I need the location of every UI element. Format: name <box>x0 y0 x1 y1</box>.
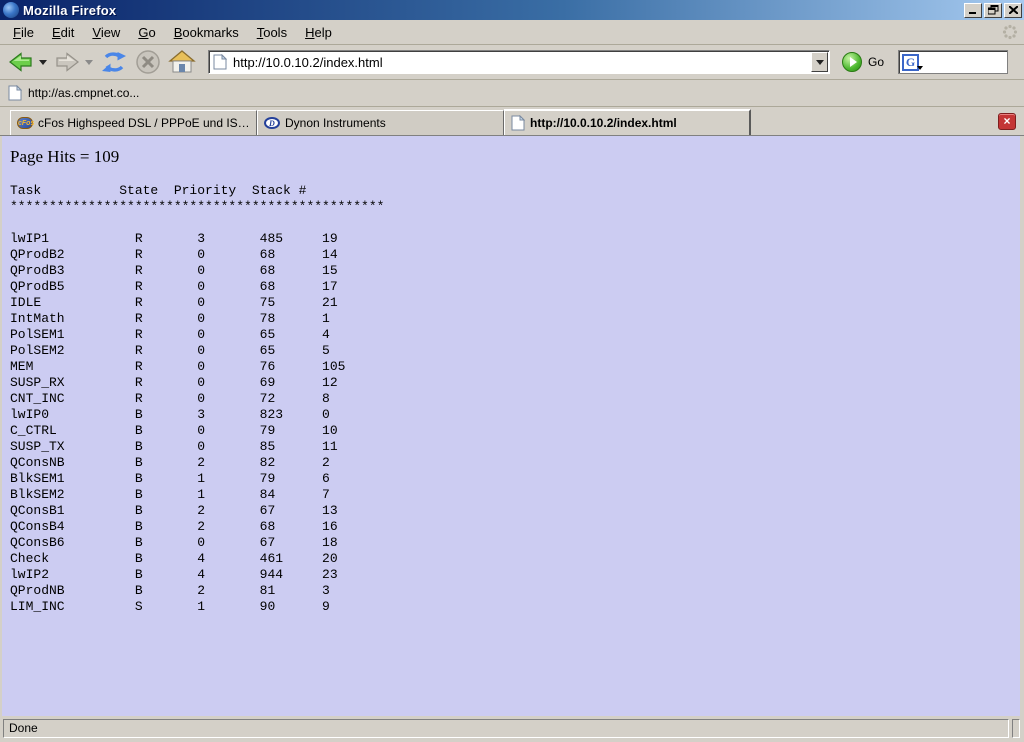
menu-view[interactable]: View <box>83 22 129 43</box>
forward-icon <box>54 50 80 74</box>
back-dropdown[interactable] <box>39 60 47 65</box>
navigation-toolbar: http://10.0.10.2/index.html Go G <box>0 45 1024 80</box>
close-tab-button[interactable]: × <box>998 113 1016 130</box>
page-content: Page Hits = 109 Task State Priority Stac… <box>0 136 1024 716</box>
window-title: Mozilla Firefox <box>23 3 964 18</box>
dynon-icon: D <box>264 117 280 129</box>
page-hits-text: Page Hits = 109 <box>10 147 1020 167</box>
status-text: Done <box>3 719 1009 738</box>
menu-help[interactable]: Help <box>296 22 341 43</box>
url-dropdown-button[interactable] <box>811 52 828 72</box>
chevron-down-icon <box>816 60 824 65</box>
tab-label: cFos Highspeed DSL / PPPoE und ISDN CAP.… <box>38 116 250 130</box>
menu-bar: File Edit View Go Bookmarks Tools Help <box>0 20 1024 45</box>
throbber-icon <box>1002 24 1018 45</box>
close-button[interactable] <box>1004 3 1022 18</box>
go-label[interactable]: Go <box>868 55 884 69</box>
status-bar: Done <box>0 716 1024 742</box>
menu-file[interactable]: File <box>4 22 43 43</box>
tab-active-index[interactable]: http://10.0.10.2/index.html <box>504 109 751 135</box>
back-button[interactable] <box>6 47 36 77</box>
restore-icon <box>988 5 999 15</box>
back-icon <box>8 50 34 74</box>
firefox-logo-icon <box>3 2 19 18</box>
reload-icon <box>100 49 128 75</box>
title-bar: Mozilla Firefox <box>0 0 1024 20</box>
home-button[interactable] <box>166 47 198 77</box>
go-button[interactable] <box>842 52 862 72</box>
task-table: Task State Priority Stack # ************… <box>10 183 1020 615</box>
bookmarks-toolbar: http://as.cmpnet.co... <box>0 80 1024 107</box>
page-icon <box>511 115 525 131</box>
stop-icon <box>134 49 162 75</box>
cfos-icon: cFos <box>17 117 33 129</box>
menu-bookmarks[interactable]: Bookmarks <box>165 22 248 43</box>
svg-text:D: D <box>268 119 275 128</box>
minimize-button[interactable] <box>964 3 982 18</box>
home-icon <box>168 49 196 75</box>
tab-cfos[interactable]: cFos cFos Highspeed DSL / PPPoE und ISDN… <box>10 110 257 135</box>
tab-label: Dynon Instruments <box>285 116 386 130</box>
forward-button[interactable] <box>52 47 82 77</box>
menu-go[interactable]: Go <box>129 22 164 43</box>
resize-grip[interactable] <box>1012 719 1020 738</box>
menu-edit[interactable]: Edit <box>43 22 83 43</box>
minimize-icon <box>968 6 978 15</box>
page-icon <box>213 54 227 70</box>
url-input[interactable]: http://10.0.10.2/index.html <box>227 55 811 70</box>
reload-button[interactable] <box>98 47 130 77</box>
url-bar[interactable]: http://10.0.10.2/index.html <box>208 50 830 74</box>
restore-button[interactable] <box>984 3 1002 18</box>
google-g-icon[interactable]: G <box>902 54 919 71</box>
close-icon <box>1009 6 1018 14</box>
tab-dynon[interactable]: D Dynon Instruments <box>257 110 504 135</box>
menu-tools[interactable]: Tools <box>248 22 296 43</box>
page-icon <box>8 85 22 101</box>
tab-label: http://10.0.10.2/index.html <box>530 116 677 130</box>
tab-bar: cFos cFos Highspeed DSL / PPPoE und ISDN… <box>0 107 1024 136</box>
forward-dropdown[interactable] <box>85 60 93 65</box>
stop-button[interactable] <box>132 47 164 77</box>
bookmark-item[interactable]: http://as.cmpnet.co... <box>28 86 139 100</box>
search-input[interactable]: G <box>898 50 1008 74</box>
browser-window: Mozilla Firefox File Edit <box>0 0 1024 742</box>
